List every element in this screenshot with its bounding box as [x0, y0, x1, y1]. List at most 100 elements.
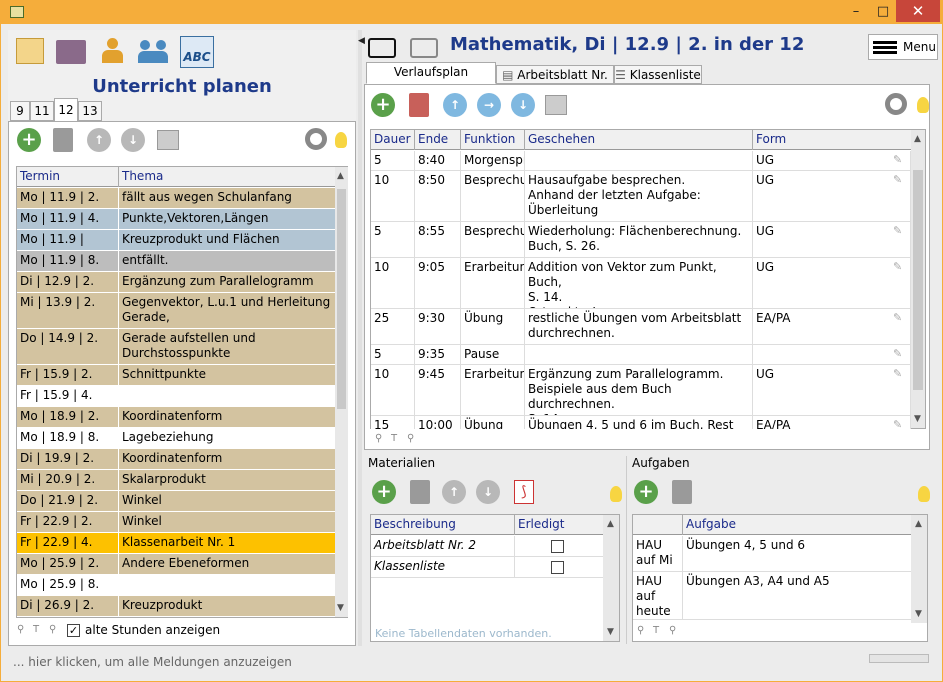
settings-gear-icon[interactable] — [305, 128, 327, 150]
table-row[interactable]: Mo | 11.9 | 4. Punkte,Vektoren,Längen — [17, 209, 335, 230]
pane-splitter[interactable] — [358, 30, 362, 646]
table-row[interactable]: 58:55BesprechungWiederholung: Flächenber… — [371, 222, 911, 258]
column-header-termin[interactable]: Termin — [17, 167, 119, 187]
text-size-task-icon[interactable]: T — [653, 625, 659, 636]
table-row[interactable]: Fr | 15.9 | 4. — [17, 386, 335, 407]
tab-arbeitsblatt[interactable]: ▤ Arbeitsblatt Nr. 2 — [496, 65, 614, 100]
erledigt-checkbox[interactable] — [551, 540, 564, 553]
column-header-funktion[interactable]: Funktion — [461, 130, 525, 150]
table-row[interactable]: Mo | 25.9 | 8. — [17, 575, 335, 596]
table-row[interactable]: 5 9:35 Pause ✎ — [371, 345, 911, 365]
edit-pencil-icon[interactable]: ✎ — [893, 260, 902, 273]
table-row[interactable]: 108:50BesprechungHausaufgabe besprechen.… — [371, 171, 911, 222]
cards-icon[interactable] — [56, 40, 86, 64]
zoom-task-icon[interactable]: ⚲ — [637, 625, 644, 636]
maximize-button[interactable]: □ — [870, 0, 896, 22]
table-row[interactable]: Mo | 25.9 | 2. Andere Ebeneformen — [17, 554, 335, 575]
hand-point-icon[interactable] — [368, 38, 396, 58]
add-material-button[interactable]: + — [372, 480, 396, 504]
tip-lightbulb-icon[interactable] — [335, 132, 347, 148]
search-task-icon[interactable]: ⚲ — [669, 625, 676, 636]
table-row[interactable]: 58:40Morgenspruch UG✎ — [371, 151, 911, 171]
table-row[interactable]: 109:05ErarbeitungAddition von Vektor zum… — [371, 258, 911, 309]
tab-13[interactable]: 13 — [78, 101, 102, 121]
calendar-icon[interactable] — [16, 38, 44, 64]
delete-material-button[interactable] — [410, 480, 430, 504]
column-header-thema[interactable]: Thema — [119, 167, 335, 187]
column-header-aufgabe[interactable]: Aufgabe — [683, 515, 911, 535]
group-icon[interactable] — [138, 38, 170, 64]
delete-step-button[interactable] — [409, 93, 429, 117]
zoom-icon[interactable]: ⚲ — [17, 624, 24, 635]
table-row[interactable]: Di | 26.9 | 2. Kreuzprodukt — [17, 596, 335, 617]
edit-pencil-icon[interactable]: ✎ — [893, 347, 902, 360]
text-size-icon[interactable]: T — [33, 624, 39, 635]
table-row[interactable]: Di | 12.9 | 2. Ergänzung zum Parallelogra… — [17, 272, 335, 293]
menu-button[interactable]: Menu — [868, 34, 938, 60]
search-step-icon[interactable]: ⚲ — [407, 433, 414, 444]
verlaufsplan-scrollbar-thumb[interactable] — [913, 170, 923, 390]
table-row[interactable]: Di | 19.9 | 2. Koordinatenform — [17, 449, 335, 470]
table-row[interactable]: Mi | 20.9 | 2. Skalarprodukt — [17, 470, 335, 491]
step-right-button[interactable]: → — [477, 93, 501, 117]
tab-verlaufsplan[interactable]: Verlaufsplan (85/100) — [366, 62, 496, 97]
print-icon[interactable] — [157, 130, 179, 150]
erledigt-checkbox[interactable] — [551, 561, 564, 574]
table-row[interactable]: Fr | 22.9 | 2. Winkel — [17, 512, 335, 533]
table-row[interactable]: Mo | 18.9 | 2. Koordinatenform — [17, 407, 335, 428]
table-row[interactable]: Mo | 11.9 | 8. entfällt. — [17, 251, 335, 272]
table-row[interactable]: Do | 14.9 | 2. Gerade aufstellen und Durc… — [17, 329, 335, 365]
table-row[interactable]: Fr | 15.9 | 2. Schnittpunkte — [17, 365, 335, 386]
status-message[interactable]: ... hier klicken, um alle Meldungen anzu… — [13, 655, 292, 669]
table-row[interactable]: Do | 21.9 | 2. Winkel — [17, 491, 335, 512]
table-row[interactable]: Fr | 22.9 | 4. Klassenarbeit Nr. 1 — [17, 533, 335, 554]
column-header-form[interactable]: Form — [753, 130, 911, 150]
delete-task-button[interactable] — [672, 480, 692, 504]
tip-task-lightbulb-icon[interactable] — [918, 486, 930, 502]
materialien-scrollbar[interactable]: ▲ ▼ — [603, 515, 619, 641]
list-item[interactable]: HAU auf heute Übungen A3, A4 und A5 — [633, 572, 911, 620]
edit-pencil-icon[interactable]: ✎ — [893, 367, 902, 380]
edit-pencil-icon[interactable]: ✎ — [893, 311, 902, 324]
add-button[interactable]: + — [17, 128, 41, 152]
material-down-button[interactable]: ↓ — [476, 480, 500, 504]
pdf-icon[interactable]: ⟆ — [514, 480, 534, 504]
material-up-button[interactable]: ↑ — [442, 480, 466, 504]
table-row[interactable]: 25 9:30 Übung restliche Übungen vom Arbeits… — [371, 309, 911, 345]
text-size-step-icon[interactable]: T — [391, 433, 397, 444]
table-row[interactable]: Mo | 11.9 | 2. fällt aus wegen Schulanfan… — [17, 188, 335, 209]
lessons-scrollbar-thumb[interactable] — [337, 189, 346, 409]
search-icon[interactable]: ⚲ — [49, 624, 56, 635]
aufgaben-scrollbar[interactable]: ▲ ▼ — [911, 515, 927, 623]
edit-pencil-icon[interactable]: ✎ — [893, 153, 902, 166]
settings-step-gear-icon[interactable] — [885, 93, 907, 115]
edit-pencil-icon[interactable]: ✎ — [893, 224, 902, 237]
list-item[interactable]: HAU auf Mi Übungen 4, 5 und 6 — [633, 536, 911, 572]
column-header-erledigt[interactable]: Erledigt — [515, 515, 603, 535]
table-row[interactable]: Mi | 13.9 | 2. Gegenvektor, L.u.1 und Her… — [17, 293, 335, 329]
step-up-button[interactable]: ↑ — [443, 93, 467, 117]
person-icon[interactable] — [100, 38, 124, 64]
tip-step-lightbulb-icon[interactable] — [917, 97, 929, 113]
minimize-button[interactable]: – — [842, 0, 870, 22]
close-button[interactable]: ✕ — [896, 0, 940, 22]
print-step-icon[interactable] — [545, 95, 567, 115]
old-lessons-checkbox[interactable]: ✓ — [67, 624, 80, 637]
table-row[interactable]: Mo | 11.9 | Kreuzprodukt und Flächen — [17, 230, 335, 251]
tip-material-lightbulb-icon[interactable] — [610, 486, 622, 502]
table-row[interactable]: Mo | 18.9 | 8. Lagebeziehung — [17, 428, 335, 449]
move-down-button[interactable]: ↓ — [121, 128, 145, 152]
column-header-beschreibung[interactable]: Beschreibung — [371, 515, 515, 535]
list-item[interactable]: Arbeitsblatt Nr. 2 — [371, 536, 603, 557]
zoom-step-icon[interactable]: ⚲ — [375, 433, 382, 444]
table-row[interactable]: 15 10:00 Übung Übungen 4, 5 und 6 im Buch. … — [371, 416, 911, 429]
add-task-button[interactable]: + — [634, 480, 658, 504]
lessons-scrollbar[interactable]: ▲ ▼ — [335, 167, 348, 617]
tab-11[interactable]: 11 — [30, 101, 54, 121]
column-header-ende[interactable]: Ende — [415, 130, 461, 150]
add-step-button[interactable]: + — [371, 93, 395, 117]
tab-9[interactable]: 9 — [10, 101, 30, 121]
move-up-button[interactable]: ↑ — [87, 128, 111, 152]
tab-klassenliste[interactable]: ☰ Klassenliste — [614, 65, 702, 84]
list-item[interactable]: Klassenliste — [371, 557, 603, 578]
